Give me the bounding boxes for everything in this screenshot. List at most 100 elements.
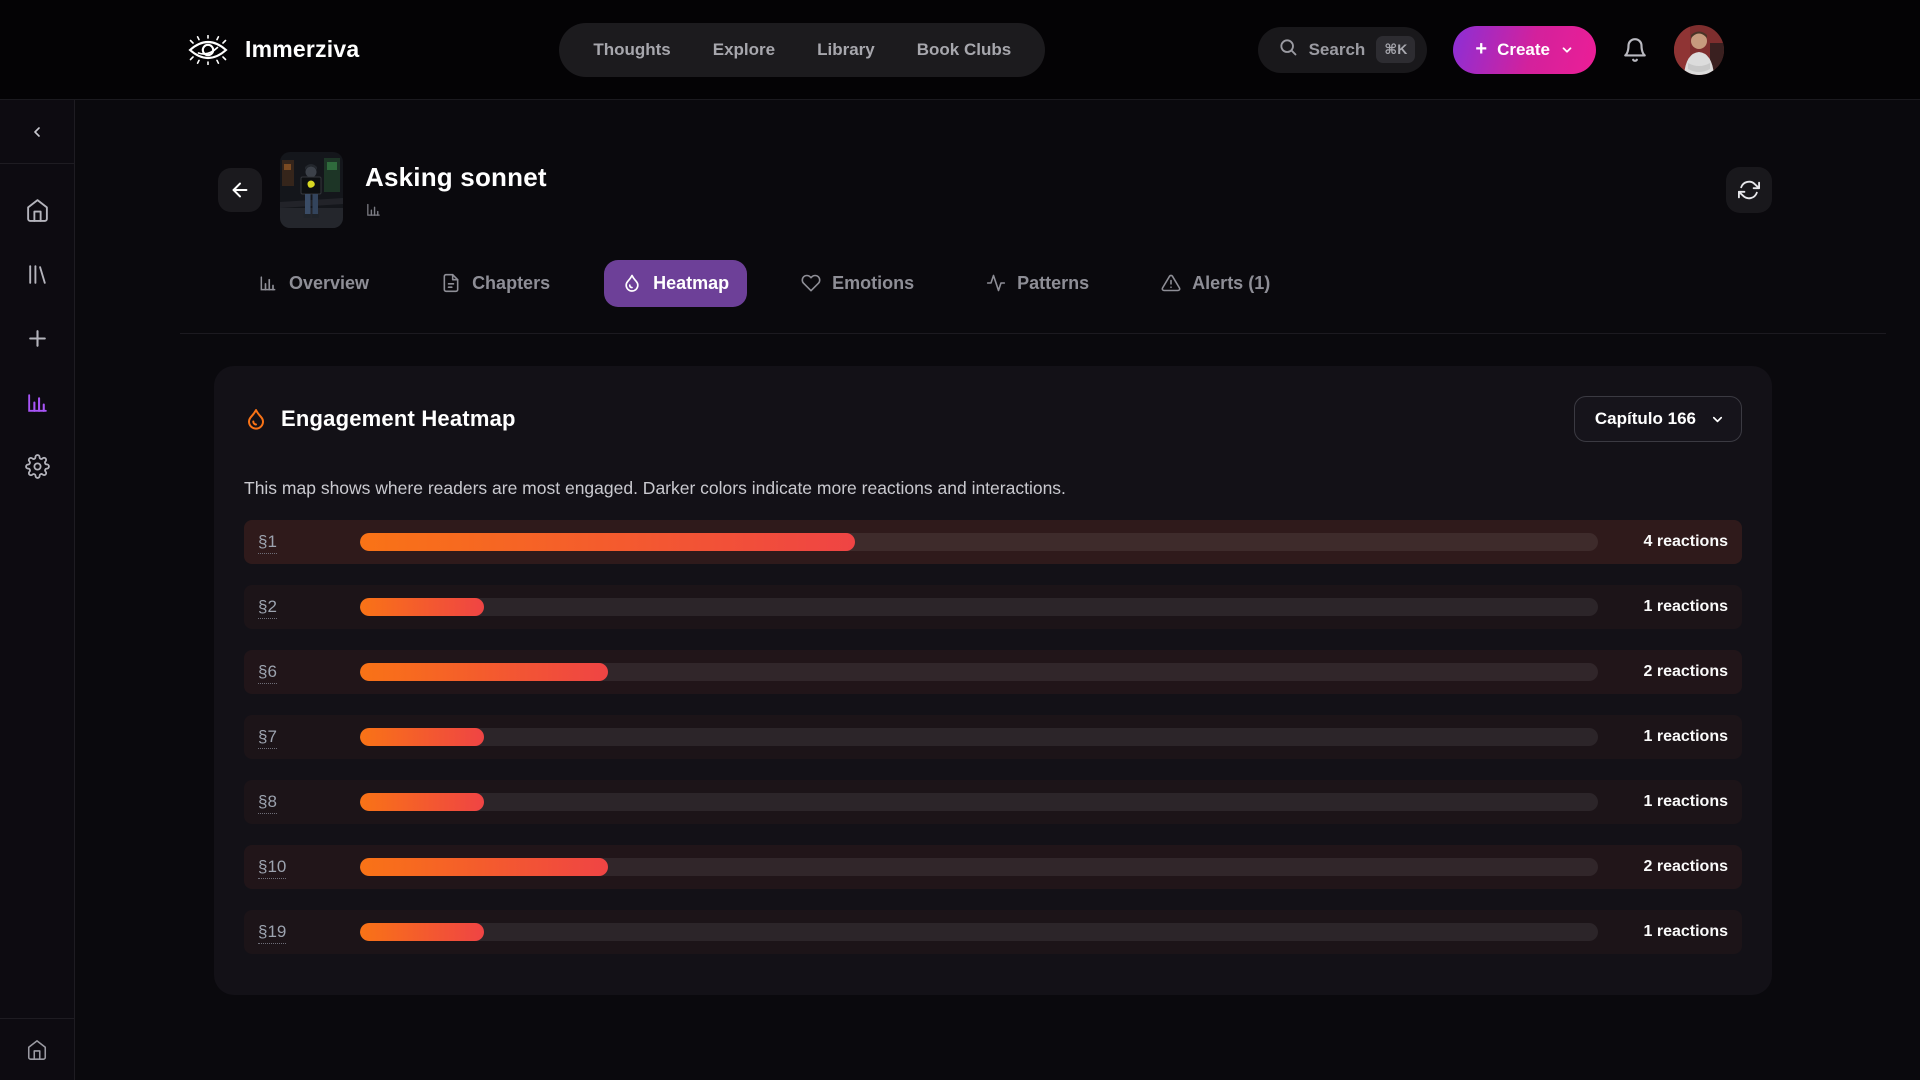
analytics-tabs: Overview Chapters Heatmap Emotions Patterns A… <box>240 258 1772 308</box>
plus-icon <box>25 326 50 351</box>
sidebar-item-analytics[interactable] <box>17 382 57 422</box>
search-input[interactable]: Search ⌘K <box>1258 27 1428 73</box>
paragraph-label[interactable]: §10 <box>258 857 360 877</box>
navbar-actions: Search ⌘K + Create <box>1258 25 1724 75</box>
bar-chart-icon <box>258 273 278 293</box>
create-button[interactable]: + Create <box>1453 26 1596 74</box>
document-icon <box>441 273 461 293</box>
chapter-select-dropdown[interactable]: Capítulo 166 <box>1574 396 1742 442</box>
arrow-left-icon <box>229 179 251 201</box>
tab-alerts-1[interactable]: Alerts (1) <box>1143 260 1288 307</box>
book-header: Asking sonnet <box>218 152 1772 228</box>
tab-overview[interactable]: Overview <box>240 260 387 307</box>
heatmap-rows: §14 reactions§21 reactions§62 reactions§… <box>244 520 1742 954</box>
chevron-down-icon <box>1560 43 1574 57</box>
nav-item-explore[interactable]: Explore <box>713 40 775 60</box>
paragraph-label[interactable]: §1 <box>258 532 360 552</box>
tab-emotions[interactable]: Emotions <box>783 260 932 307</box>
home-icon <box>25 198 50 223</box>
nav-item-thoughts[interactable]: Thoughts <box>593 40 670 60</box>
top-navbar: Immerziva Thoughts Explore Library Book … <box>0 0 1920 100</box>
bar-chart-icon <box>25 390 50 415</box>
nav-item-library[interactable]: Library <box>817 40 875 60</box>
paragraph-label[interactable]: §6 <box>258 662 360 682</box>
sidebar-item-library[interactable] <box>17 254 57 294</box>
activity-icon <box>986 273 1006 293</box>
tab-heatmap[interactable]: Heatmap <box>604 260 747 307</box>
tab-label: Patterns <box>1017 273 1089 294</box>
heatmap-bar-track <box>360 858 1598 876</box>
chapter-select-value: Capítulo 166 <box>1595 409 1696 429</box>
heatmap-bar-fill <box>360 533 855 551</box>
sidebar <box>0 100 75 1080</box>
heatmap-description: This map shows where readers are most en… <box>244 478 1742 499</box>
chevron-left-icon <box>29 124 45 140</box>
paragraph-label[interactable]: §2 <box>258 597 360 617</box>
sidebar-collapse-button[interactable] <box>0 100 75 164</box>
heatmap-row: §6 2 reactions <box>244 650 1742 694</box>
heatmap-bar-track <box>360 663 1598 681</box>
books-library-icon <box>25 262 50 287</box>
heatmap-bar-track <box>360 533 1598 551</box>
search-label: Search <box>1309 40 1366 60</box>
sidebar-item-new[interactable] <box>17 318 57 358</box>
eye-planet-logo-icon <box>185 35 231 65</box>
reactions-count-label: 2 reactions <box>1616 663 1728 681</box>
book-cover-image <box>280 152 343 228</box>
reactions-count-label: 1 reactions <box>1616 598 1728 616</box>
gear-icon <box>25 454 50 479</box>
heatmap-bar-track <box>360 923 1598 941</box>
heatmap-bar-track <box>360 728 1598 746</box>
refresh-icon <box>1738 179 1760 201</box>
heatmap-bar-fill <box>360 728 484 746</box>
tab-label: Heatmap <box>653 273 729 294</box>
paragraph-label[interactable]: §19 <box>258 922 360 942</box>
user-avatar[interactable] <box>1674 25 1724 75</box>
heatmap-bar-fill <box>360 663 608 681</box>
search-icon <box>1278 37 1298 62</box>
tab-label: Overview <box>289 273 369 294</box>
brand-logo[interactable]: Immerziva <box>185 35 359 65</box>
flame-icon <box>244 407 268 431</box>
reactions-count-label: 1 reactions <box>1616 728 1728 746</box>
tab-label: Chapters <box>472 273 550 294</box>
heatmap-bar-track <box>360 598 1598 616</box>
engagement-heatmap-card: Engagement Heatmap Capítulo 166 This map… <box>214 366 1772 995</box>
tab-chapters[interactable]: Chapters <box>423 260 568 307</box>
page-title: Asking sonnet <box>365 162 547 193</box>
nav-item-book-clubs[interactable]: Book Clubs <box>917 40 1011 60</box>
analytics-mini-icon <box>365 201 547 218</box>
refresh-button[interactable] <box>1726 167 1772 213</box>
primary-nav: Thoughts Explore Library Book Clubs <box>559 23 1045 77</box>
chevron-down-icon <box>1710 412 1725 427</box>
warning-icon <box>1161 273 1181 293</box>
home-icon <box>26 1039 48 1061</box>
card-title: Engagement Heatmap <box>281 406 516 432</box>
notifications-bell-icon[interactable] <box>1622 37 1648 63</box>
sidebar-bottom-home[interactable] <box>0 1018 75 1080</box>
card-header: Engagement Heatmap Capítulo 166 <box>244 396 1742 442</box>
heart-icon <box>801 273 821 293</box>
main-content: Asking sonnet Overview Chapters Heatmap Emo… <box>75 100 1920 1080</box>
sidebar-item-home[interactable] <box>17 190 57 230</box>
create-label: Create <box>1497 40 1550 60</box>
back-button[interactable] <box>218 168 262 212</box>
heatmap-row: §1 4 reactions <box>244 520 1742 564</box>
heatmap-row: §19 1 reactions <box>244 910 1742 954</box>
reactions-count-label: 2 reactions <box>1616 858 1728 876</box>
heatmap-bar-fill <box>360 598 484 616</box>
heatmap-bar-track <box>360 793 1598 811</box>
paragraph-label[interactable]: §7 <box>258 727 360 747</box>
tab-patterns[interactable]: Patterns <box>968 260 1107 307</box>
heatmap-bar-fill <box>360 793 484 811</box>
reactions-count-label: 1 reactions <box>1616 923 1728 941</box>
reactions-count-label: 1 reactions <box>1616 793 1728 811</box>
tab-label: Emotions <box>832 273 914 294</box>
heatmap-bar-fill <box>360 858 608 876</box>
book-title-block: Asking sonnet <box>365 162 547 218</box>
sidebar-item-settings[interactable] <box>17 446 57 486</box>
reactions-count-label: 4 reactions <box>1616 533 1728 551</box>
paragraph-label[interactable]: §8 <box>258 792 360 812</box>
heatmap-row: §10 2 reactions <box>244 845 1742 889</box>
heatmap-bar-fill <box>360 923 484 941</box>
